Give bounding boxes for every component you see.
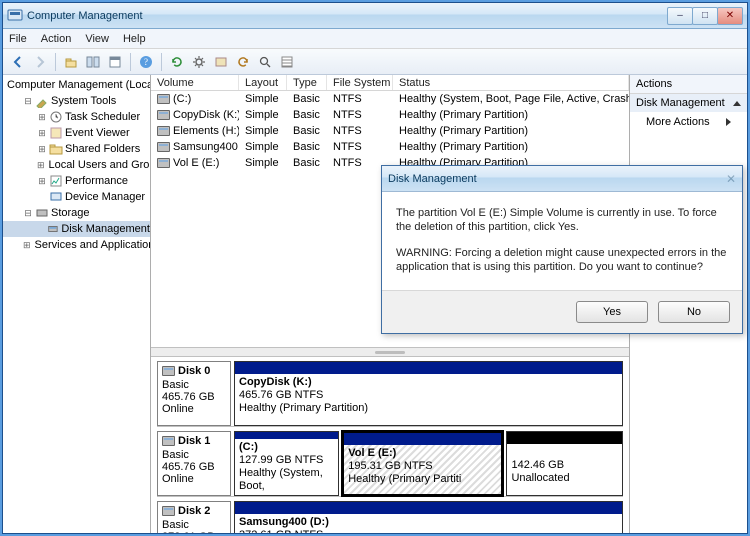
event-icon xyxy=(49,126,63,140)
actions-more[interactable]: More Actions xyxy=(630,112,747,132)
disk-icon xyxy=(162,366,175,376)
maximize-button[interactable]: □ xyxy=(692,7,718,25)
storage-icon xyxy=(35,206,49,220)
menubar: File Action View Help xyxy=(3,29,747,49)
tree-systools[interactable]: ⊟System Tools xyxy=(3,93,150,109)
properties-button[interactable] xyxy=(106,53,124,71)
dialog-message-2: WARNING: Forcing a deletion might cause … xyxy=(396,246,728,274)
tree-devmgr[interactable]: Device Manager xyxy=(3,189,150,205)
chevron-right-icon xyxy=(726,118,731,126)
window-title: Computer Management xyxy=(27,10,668,22)
volume-row[interactable]: (C:)SimpleBasicNTFSHealthy (System, Boot… xyxy=(151,91,629,107)
tree-diskmgmt[interactable]: Disk Management xyxy=(3,221,150,237)
device-icon xyxy=(49,190,63,204)
partition[interactable]: CopyDisk (K:)465.76 GB NTFSHealthy (Prim… xyxy=(234,361,623,426)
console-tree[interactable]: Computer Management (Local ⊟System Tools… xyxy=(3,75,151,533)
col-type[interactable]: Type xyxy=(287,75,327,90)
perf-icon xyxy=(49,174,63,188)
toolbar: ? xyxy=(3,49,747,75)
col-status[interactable]: Status xyxy=(393,75,629,90)
app-icon xyxy=(7,8,23,24)
back-button[interactable] xyxy=(9,53,27,71)
col-volume[interactable]: Volume xyxy=(151,75,239,90)
tree-services[interactable]: ⊞Services and Applications xyxy=(3,237,150,253)
tools-icon xyxy=(35,94,49,108)
drive-icon xyxy=(157,94,170,104)
volume-list-header[interactable]: Volume Layout Type File System Status xyxy=(151,75,629,91)
tree-event[interactable]: ⊞Event Viewer xyxy=(3,125,150,141)
disk-header[interactable]: Disk 2 Basic372.61 GBOnline xyxy=(157,501,231,533)
yes-button[interactable]: Yes xyxy=(576,301,648,323)
dialog-message-1: The partition Vol E (E:) Simple Volume i… xyxy=(396,206,728,234)
refresh-icon[interactable] xyxy=(168,53,186,71)
menu-file[interactable]: File xyxy=(9,33,27,45)
drive-icon xyxy=(157,142,170,152)
collapse-icon xyxy=(733,101,741,106)
forward-button[interactable] xyxy=(31,53,49,71)
close-button[interactable]: ✕ xyxy=(717,7,743,25)
splitter[interactable] xyxy=(151,347,629,357)
delete-confirm-dialog: Disk Management ✕ The partition Vol E (E… xyxy=(381,165,743,334)
tree-task[interactable]: ⊞Task Scheduler xyxy=(3,109,150,125)
col-fs[interactable]: File System xyxy=(327,75,393,90)
dialog-title: Disk Management xyxy=(388,173,477,185)
col-layout[interactable]: Layout xyxy=(239,75,287,90)
tree-root[interactable]: Computer Management (Local xyxy=(3,77,150,93)
volume-row[interactable]: CopyDisk (K:)SimpleBasicNTFSHealthy (Pri… xyxy=(151,107,629,123)
disk-icon xyxy=(162,436,175,446)
tree-localusers[interactable]: ⊞Local Users and Groups xyxy=(3,157,150,173)
up-button[interactable] xyxy=(62,53,80,71)
actions-group[interactable]: Disk Management xyxy=(630,94,747,112)
graphical-view: Disk 0 Basic465.76 GBOnline CopyDisk (K:… xyxy=(151,357,629,533)
tree-perf[interactable]: ⊞Performance xyxy=(3,173,150,189)
menu-view[interactable]: View xyxy=(85,33,109,45)
undo-icon[interactable] xyxy=(234,53,252,71)
titlebar[interactable]: Computer Management – □ ✕ xyxy=(3,3,747,29)
menu-help[interactable]: Help xyxy=(123,33,146,45)
drive-icon xyxy=(157,126,170,136)
partition[interactable]: Samsung400 (D:)372.61 GB NTFS xyxy=(234,501,623,533)
folder-icon xyxy=(49,142,63,156)
disk-header[interactable]: Disk 1 Basic465.76 GBOnline xyxy=(157,431,231,496)
volume-list[interactable]: (C:)SimpleBasicNTFSHealthy (System, Boot… xyxy=(151,91,629,171)
menu-action[interactable]: Action xyxy=(41,33,72,45)
minimize-button[interactable]: – xyxy=(667,7,693,25)
partition-unallocated[interactable]: 142.46 GBUnallocated xyxy=(506,431,623,496)
dialog-titlebar[interactable]: Disk Management ✕ xyxy=(382,166,742,192)
clock-icon xyxy=(49,110,63,124)
volume-row[interactable]: Elements (H:)SimpleBasicNTFSHealthy (Pri… xyxy=(151,123,629,139)
svg-text:?: ? xyxy=(144,57,148,67)
disk-row[interactable]: Disk 1 Basic465.76 GBOnline (C:)127.99 G… xyxy=(157,431,623,497)
tree-storage[interactable]: ⊟Storage xyxy=(3,205,150,221)
list-icon[interactable] xyxy=(278,53,296,71)
computer-management-window: Computer Management – □ ✕ File Action Vi… xyxy=(2,2,748,534)
no-button[interactable]: No xyxy=(658,301,730,323)
help-button[interactable]: ? xyxy=(137,53,155,71)
find-icon[interactable] xyxy=(256,53,274,71)
volume-row[interactable]: Samsung400 (D:)SimpleBasicNTFSHealthy (P… xyxy=(151,139,629,155)
show-hide-button[interactable] xyxy=(84,53,102,71)
drive-icon xyxy=(157,110,170,120)
partition[interactable]: (C:)127.99 GB NTFSHealthy (System, Boot, xyxy=(234,431,339,496)
disk-row[interactable]: Disk 0 Basic465.76 GBOnline CopyDisk (K:… xyxy=(157,361,623,427)
disk-header[interactable]: Disk 0 Basic465.76 GBOnline xyxy=(157,361,231,426)
dialog-body: The partition Vol E (E:) Simple Volume i… xyxy=(382,192,742,290)
settings-icon[interactable] xyxy=(190,53,208,71)
drive-icon xyxy=(157,158,170,168)
diskmgmt-icon xyxy=(47,222,59,236)
disk-row[interactable]: Disk 2 Basic372.61 GBOnline Samsung400 (… xyxy=(157,501,623,533)
wiz-icon[interactable] xyxy=(212,53,230,71)
tree-shared[interactable]: ⊞Shared Folders xyxy=(3,141,150,157)
partition-selected[interactable]: Vol E (E:)195.31 GB NTFSHealthy (Primary… xyxy=(342,431,503,496)
dialog-close-icon[interactable]: ✕ xyxy=(726,172,736,186)
actions-header: Actions xyxy=(630,75,747,94)
disk-icon xyxy=(162,506,175,516)
